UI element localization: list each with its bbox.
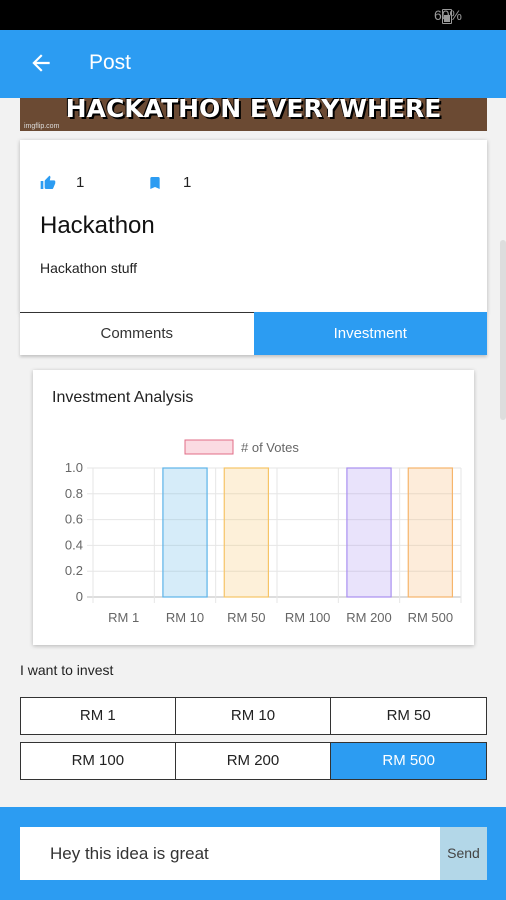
invest-option-rm-500[interactable]: RM 500	[330, 742, 487, 780]
invest-option-rm-1[interactable]: RM 1	[20, 697, 176, 735]
y-tick-label: 0.4	[65, 537, 83, 552]
invest-options: RM 1 RM 10 RM 50 RM 100 RM 200 RM 500	[20, 697, 487, 780]
status-bar: 60%	[0, 0, 506, 30]
chart-bar	[162, 467, 208, 598]
tab-investment[interactable]: Investment	[253, 312, 487, 355]
like-stat[interactable]: 1	[40, 174, 84, 191]
page-title: Post	[89, 51, 132, 74]
x-tick-label: RM 200	[346, 610, 392, 625]
post-tabs: Comments Investment	[20, 312, 487, 355]
y-tick-label: 0.6	[65, 512, 83, 527]
bookmark-icon[interactable]	[147, 175, 163, 191]
meme-caption: HACKATHON EVERYWHERE	[65, 98, 442, 123]
chart-bar	[407, 467, 454, 598]
post-card: 1 1 Hackathon Hackathon stuff	[20, 140, 487, 313]
invest-option-rm-10[interactable]: RM 10	[174, 697, 332, 735]
chart-title: Investment Analysis	[52, 389, 194, 406]
send-button[interactable]: Send	[440, 827, 487, 880]
x-tick-label: RM 1	[108, 610, 139, 625]
invest-prompt: I want to invest	[20, 662, 114, 678]
thumbs-up-icon[interactable]	[40, 175, 56, 191]
scrollbar[interactable]	[500, 240, 506, 420]
like-count: 1	[76, 174, 85, 191]
chart-bar	[223, 467, 270, 598]
invest-option-rm-50[interactable]: RM 50	[330, 697, 487, 735]
bookmark-stat[interactable]: 1	[147, 174, 191, 191]
y-tick-label: 0.2	[65, 563, 83, 578]
y-tick-label: 0	[76, 589, 83, 604]
y-tick-label: 0.8	[65, 486, 83, 501]
bookmark-count: 1	[183, 174, 192, 191]
y-tick-label: 1.0	[65, 460, 83, 475]
post-image: HACKATHON EVERYWHERE imgflip.com	[20, 98, 487, 131]
tab-comments[interactable]: Comments	[20, 312, 254, 355]
x-tick-label: RM 10	[166, 610, 204, 625]
x-tick-label: RM 500	[408, 610, 454, 625]
legend-label: # of Votes	[241, 440, 299, 455]
arrow-left-icon[interactable]	[28, 50, 54, 76]
post-description: Hackathon stuff	[40, 260, 138, 276]
comment-bar: Send	[0, 807, 506, 900]
invest-option-rm-100[interactable]: RM 100	[20, 742, 176, 780]
battery-icon	[442, 9, 452, 24]
x-tick-label: RM 100	[285, 610, 331, 625]
post-title: Hackathon	[40, 212, 155, 239]
x-tick-label: RM 50	[227, 610, 265, 625]
chart-bar	[346, 467, 392, 598]
app-bar: Post	[0, 30, 506, 98]
investment-bar-chart: 0 0.2 0.4 0.6 0.8 1.0 RM 1 RM 10 RM 50 RM 100 RM 2…	[65, 439, 462, 625]
image-watermark: imgflip.com	[24, 123, 60, 130]
investment-chart-card: 0 0.2 0.4 0.6 0.8 1.0 RM 1 RM 10 RM 50 RM 100 RM 2…	[33, 370, 474, 645]
legend-swatch	[184, 439, 234, 455]
comment-input[interactable]	[20, 827, 440, 880]
invest-option-rm-200[interactable]: RM 200	[174, 742, 332, 780]
